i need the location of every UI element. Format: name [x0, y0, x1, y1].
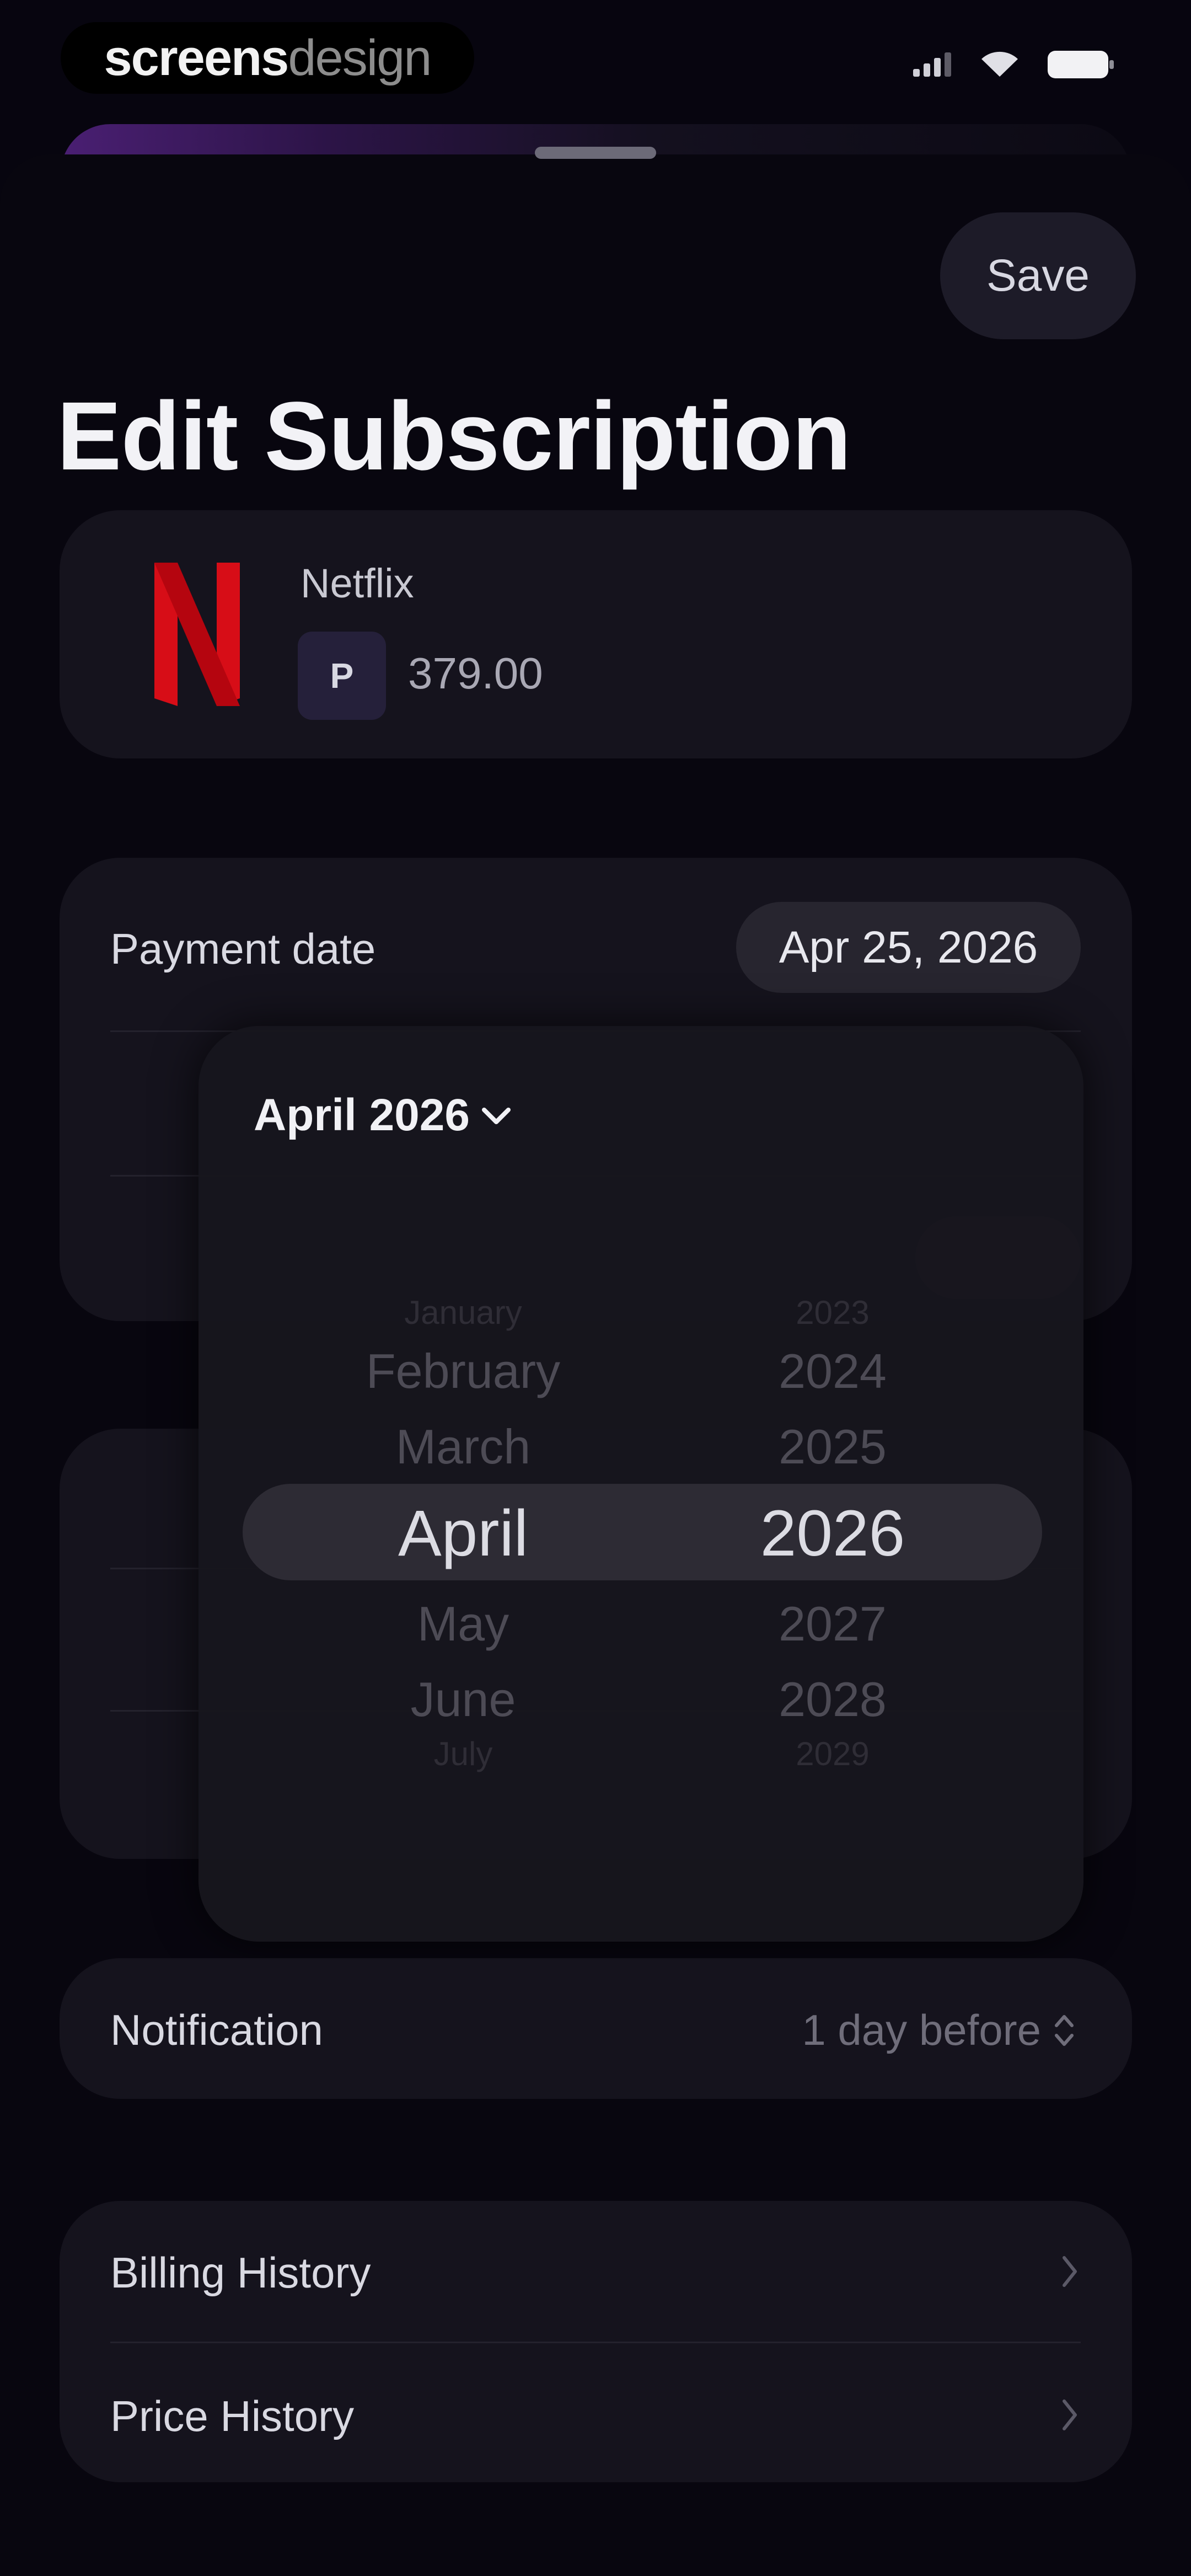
wheel-month-item[interactable]: January: [309, 1294, 618, 1332]
up-down-chevron-icon: [1055, 2014, 1074, 2046]
subscription-price[interactable]: 379.00: [408, 648, 543, 699]
row-divider: [110, 2342, 1081, 2343]
save-button[interactable]: Save: [940, 212, 1136, 339]
notification-value[interactable]: 1 day before: [802, 2005, 1075, 2055]
wheel-year-item[interactable]: 2024: [739, 1343, 926, 1399]
wheel-year-item[interactable]: 2025: [739, 1419, 926, 1475]
subscription-name[interactable]: Netflix: [301, 560, 414, 607]
wheel-month-item[interactable]: June: [309, 1671, 618, 1728]
signal-icon: [913, 52, 951, 77]
notification-value-text: 1 day before: [802, 2006, 1041, 2054]
wheel-month-item[interactable]: February: [309, 1343, 618, 1399]
payment-date-chip[interactable]: Apr 25, 2026: [736, 902, 1081, 993]
wheel-year-item[interactable]: 2028: [739, 1671, 926, 1728]
status-icons: [913, 51, 1114, 78]
picker-header-label: April 2026: [254, 1090, 470, 1140]
currency-badge[interactable]: P: [298, 632, 386, 720]
billing-history-link[interactable]: Billing History: [110, 2248, 371, 2298]
battery-icon: [1048, 51, 1114, 78]
chevron-right-icon: [1063, 2256, 1077, 2287]
wheel-year-item[interactable]: 2029: [739, 1735, 926, 1773]
wheel-year-selected[interactable]: 2026: [739, 1496, 926, 1571]
price-history-link[interactable]: Price History: [110, 2391, 354, 2441]
wheel-month-selected[interactable]: April: [309, 1496, 618, 1571]
sheet-grabber[interactable]: [535, 147, 656, 159]
wheel-year-item[interactable]: 2027: [739, 1596, 926, 1652]
netflix-logo-icon: [154, 563, 240, 706]
wifi-icon: [981, 51, 1018, 77]
screensdesign-watermark: screens design: [61, 22, 474, 94]
wheel-month-item[interactable]: July: [309, 1735, 618, 1773]
page-title: Edit Subscription: [57, 382, 851, 490]
payment-date-label: Payment date: [110, 924, 376, 973]
wheel-month-item[interactable]: March: [309, 1419, 618, 1475]
notification-label: Notification: [110, 2006, 323, 2054]
month-year-selector[interactable]: April 2026: [254, 1089, 513, 1141]
watermark-text-screens: screens: [104, 29, 289, 86]
chevron-right-icon: [1063, 2399, 1077, 2430]
chevron-down-icon: [481, 1108, 511, 1124]
wheel-month-item[interactable]: May: [309, 1596, 618, 1652]
wheel-year-item[interactable]: 2023: [739, 1294, 926, 1332]
watermark-text-design: design: [288, 29, 432, 86]
